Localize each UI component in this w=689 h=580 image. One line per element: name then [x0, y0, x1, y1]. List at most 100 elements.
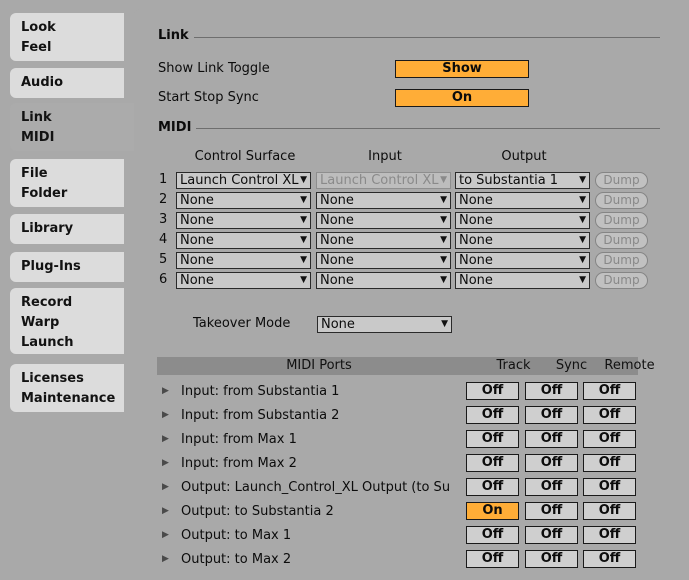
output-dropdown[interactable]: None ▼ [455, 192, 590, 209]
chevron-down-icon: ▼ [579, 215, 586, 225]
input-dropdown[interactable]: None ▼ [316, 232, 451, 249]
chevron-down-icon: ▼ [579, 175, 586, 185]
tab-label-line: MIDI [21, 130, 55, 145]
expand-arrow-icon[interactable]: ▶ [162, 506, 169, 516]
dump-button[interactable]: Dump [595, 252, 648, 269]
row-number: 3 [159, 212, 168, 227]
track-toggle-button[interactable]: Off [466, 550, 519, 568]
remote-toggle-button[interactable]: Off [583, 502, 636, 520]
output-dropdown-value: None [459, 213, 493, 228]
chevron-down-icon: ▼ [300, 275, 307, 285]
remote-toggle-button[interactable]: Off [583, 550, 636, 568]
track-toggle-button[interactable]: Off [466, 478, 519, 496]
sync-toggle-button[interactable]: Off [525, 478, 578, 496]
sync-toggle-button[interactable]: Off [525, 430, 578, 448]
sync-toggle-button[interactable]: Off [525, 382, 578, 400]
row-number: 1 [159, 172, 168, 187]
track-toggle-button[interactable]: Off [466, 430, 519, 448]
chevron-down-icon: ▼ [440, 175, 447, 185]
control-surface-dropdown[interactable]: None ▼ [176, 272, 311, 289]
tab-label-line: Launch [21, 335, 74, 350]
tab-link-midi[interactable]: Link MIDI [10, 103, 134, 151]
remote-toggle-button[interactable]: Off [583, 478, 636, 496]
takeover-mode-dropdown[interactable]: None ▼ [317, 316, 452, 333]
chevron-down-icon: ▼ [300, 235, 307, 245]
expand-arrow-icon[interactable]: ▶ [162, 434, 169, 444]
input-dropdown[interactable]: None ▼ [316, 212, 451, 229]
show-link-toggle-button[interactable]: Show [395, 60, 529, 78]
remote-toggle-button[interactable]: Off [583, 430, 636, 448]
control-surface-dropdown-value: None [180, 213, 214, 228]
tab-label-line: Warp [21, 315, 60, 330]
tab-label-line: Link [21, 110, 52, 125]
tab-plug-ins[interactable]: Plug-Ins [10, 252, 124, 282]
row-number: 6 [159, 272, 168, 287]
chevron-down-icon: ▼ [441, 319, 448, 329]
midi-ports-header-label: MIDI Ports [286, 358, 352, 373]
track-toggle-button[interactable]: On [466, 502, 519, 520]
remote-toggle-button[interactable]: Off [583, 526, 636, 544]
start-stop-sync-button[interactable]: On [395, 89, 529, 107]
output-dropdown-value: None [459, 233, 493, 248]
tab-licenses-maintenance[interactable]: Licenses Maintenance [10, 364, 124, 412]
output-dropdown[interactable]: None ▼ [455, 252, 590, 269]
input-dropdown[interactable]: None ▼ [316, 252, 451, 269]
remote-toggle-button[interactable]: Off [583, 406, 636, 424]
expand-arrow-icon[interactable]: ▶ [162, 458, 169, 468]
control-surface-dropdown-value: None [180, 193, 214, 208]
output-dropdown[interactable]: None ▼ [455, 272, 590, 289]
chevron-down-icon: ▼ [440, 195, 447, 205]
tab-library[interactable]: Library [10, 214, 124, 244]
midi-port-label: Input: from Substantia 1 [181, 384, 340, 399]
chevron-down-icon: ▼ [579, 195, 586, 205]
input-dropdown[interactable]: None ▼ [316, 192, 451, 209]
control-surface-dropdown[interactable]: None ▼ [176, 212, 311, 229]
tab-label-line: File [21, 166, 48, 181]
tab-file-folder[interactable]: File Folder [10, 159, 124, 207]
sync-toggle-button[interactable]: Off [525, 550, 578, 568]
sync-toggle-button[interactable]: Off [525, 502, 578, 520]
tab-label-line: Licenses [21, 371, 84, 386]
dump-button[interactable]: Dump [595, 192, 648, 209]
track-toggle-button[interactable]: Off [466, 454, 519, 472]
track-toggle-button[interactable]: Off [466, 406, 519, 424]
track-toggle-button[interactable]: Off [466, 382, 519, 400]
expand-arrow-icon[interactable]: ▶ [162, 554, 169, 564]
output-dropdown[interactable]: to Substantia 1 ▼ [455, 172, 590, 189]
link-section-title: Link [158, 28, 189, 43]
sync-toggle-button[interactable]: Off [525, 406, 578, 424]
tab-look-feel[interactable]: Look Feel [10, 13, 124, 61]
control-surface-dropdown[interactable]: Launch Control XL ▼ [176, 172, 311, 189]
midi-port-label: Output: to Max 2 [181, 552, 292, 567]
dump-button[interactable]: Dump [595, 212, 648, 229]
expand-arrow-icon[interactable]: ▶ [162, 410, 169, 420]
tab-label-line: Plug-Ins [21, 259, 81, 274]
remote-toggle-button[interactable]: Off [583, 454, 636, 472]
chevron-down-icon: ▼ [300, 195, 307, 205]
sync-toggle-button[interactable]: Off [525, 454, 578, 472]
sync-toggle-button[interactable]: Off [525, 526, 578, 544]
control-surface-dropdown[interactable]: None ▼ [176, 192, 311, 209]
expand-arrow-icon[interactable]: ▶ [162, 386, 169, 396]
dump-button[interactable]: Dump [595, 232, 648, 249]
remote-toggle-button[interactable]: Off [583, 382, 636, 400]
midi-port-label: Output: to Substantia 2 [181, 504, 334, 519]
expand-arrow-icon[interactable]: ▶ [162, 482, 169, 492]
output-dropdown[interactable]: None ▼ [455, 232, 590, 249]
dump-button[interactable]: Dump [595, 172, 648, 189]
dump-button[interactable]: Dump [595, 272, 648, 289]
tab-label-line: Folder [21, 186, 68, 201]
input-dropdown[interactable]: Launch Control XL ▼ [316, 172, 451, 189]
tab-audio[interactable]: Audio [10, 68, 124, 98]
control-surface-dropdown[interactable]: None ▼ [176, 232, 311, 249]
track-toggle-button[interactable]: Off [466, 526, 519, 544]
expand-arrow-icon[interactable]: ▶ [162, 530, 169, 540]
tab-label-line: Look [21, 20, 56, 35]
takeover-mode-value: None [321, 317, 355, 332]
output-dropdown[interactable]: None ▼ [455, 212, 590, 229]
input-dropdown[interactable]: None ▼ [316, 272, 451, 289]
link-section-rule [194, 37, 660, 38]
output-header: Output [501, 149, 547, 164]
control-surface-dropdown[interactable]: None ▼ [176, 252, 311, 269]
tab-record-warp-launch[interactable]: Record Warp Launch [10, 288, 124, 354]
